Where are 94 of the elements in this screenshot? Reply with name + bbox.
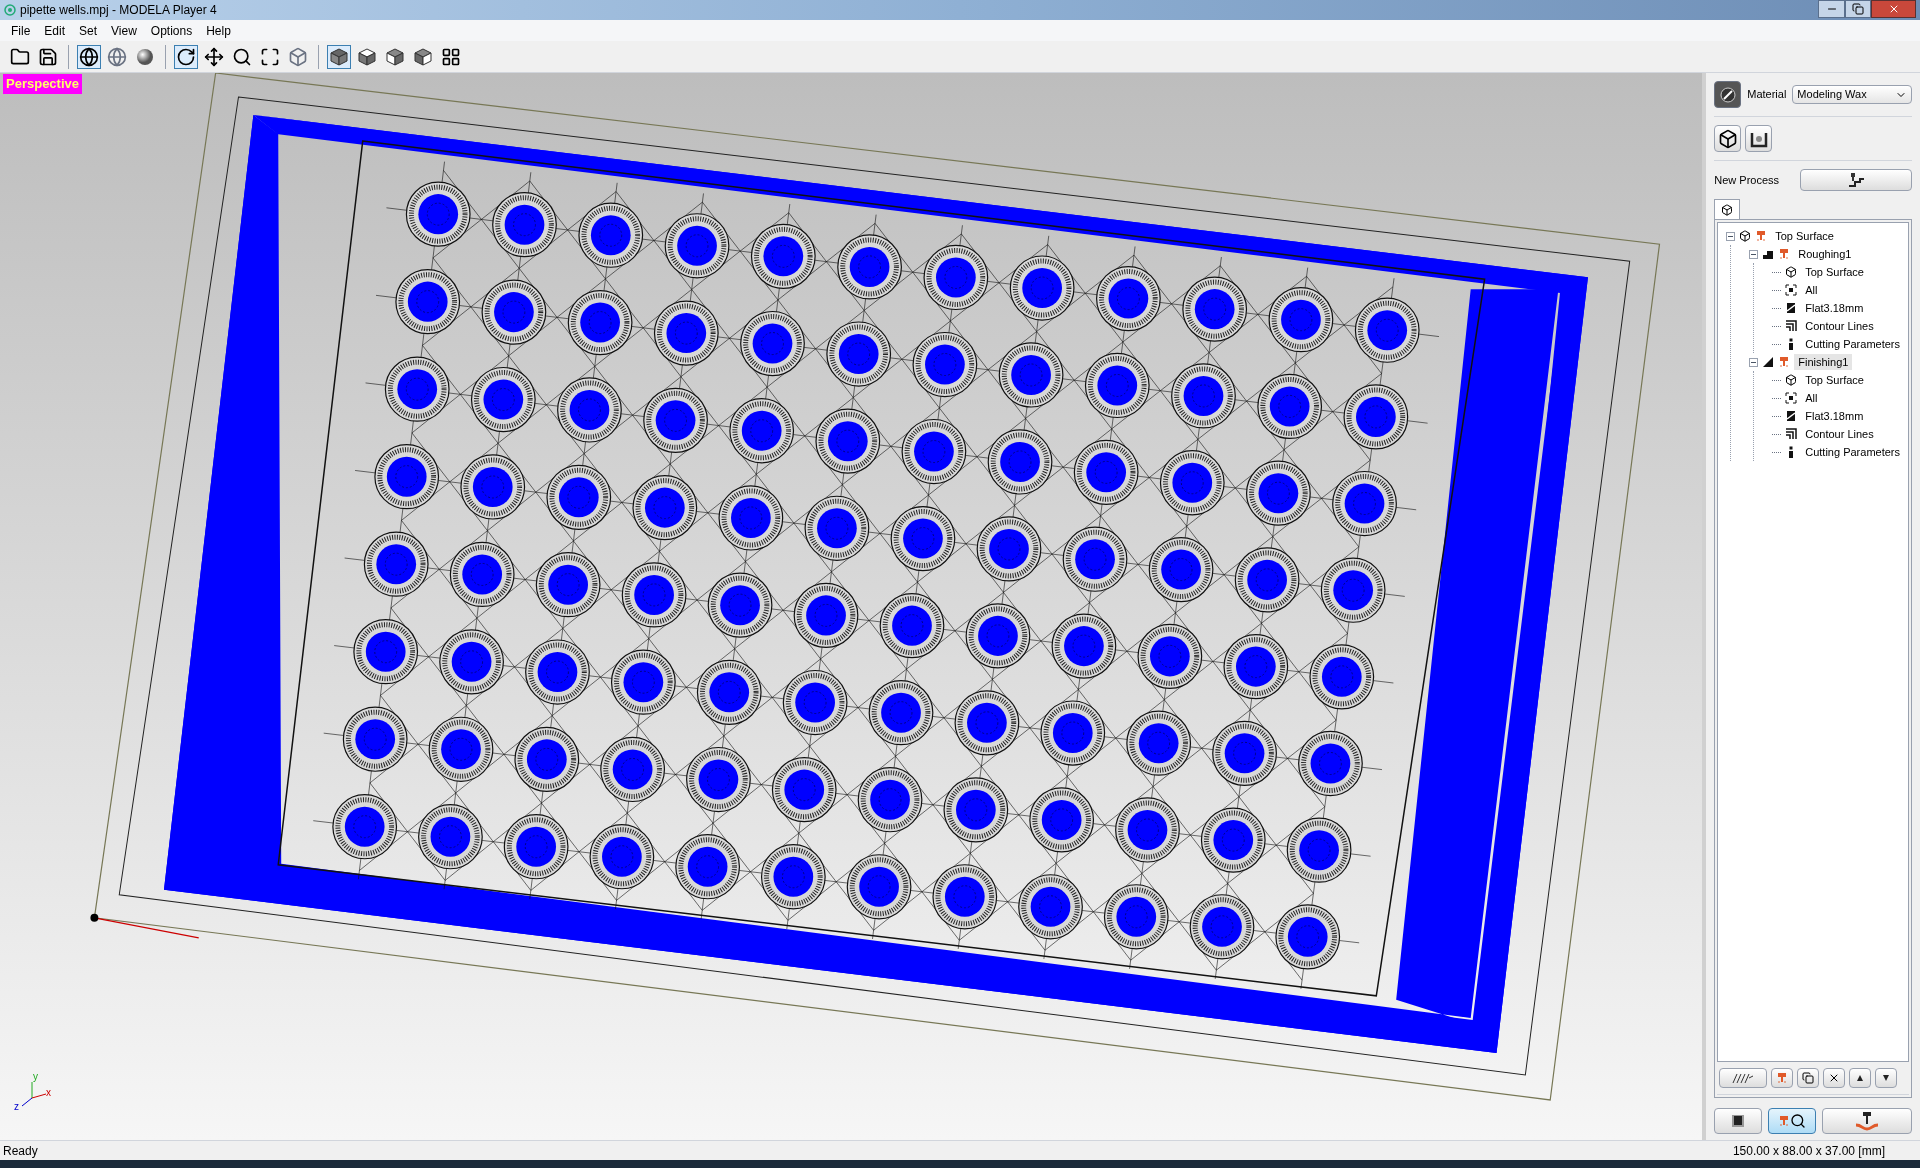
collapse-toggle[interactable] xyxy=(1726,231,1736,241)
axis-label: z xyxy=(14,1102,19,1112)
material-dropdown[interactable]: Modeling Wax xyxy=(1792,85,1912,104)
viewport[interactable]: Perspective y z x xyxy=(0,73,1703,1140)
new-process-button[interactable] xyxy=(1800,169,1912,191)
tree-item[interactable]: All xyxy=(1801,281,1822,299)
tree-item[interactable]: Roughing1 xyxy=(1794,245,1856,263)
cube-icon xyxy=(1785,374,1798,386)
toolpath-icon xyxy=(1731,1072,1756,1084)
stock-button[interactable] xyxy=(1745,125,1773,152)
tool-icon xyxy=(1785,410,1798,422)
cube-icon xyxy=(1721,203,1734,216)
sphere-icon xyxy=(135,46,155,67)
search-icon xyxy=(1790,1113,1807,1129)
tree-item[interactable]: Top Surface xyxy=(1771,227,1838,245)
globe-icon xyxy=(107,46,127,67)
save-icon xyxy=(38,46,58,67)
tree-item[interactable]: Contour Lines xyxy=(1801,425,1878,443)
collapse-toggle[interactable] xyxy=(1749,249,1759,259)
new-process-label: New Process xyxy=(1714,172,1780,188)
delete-button[interactable] xyxy=(1823,1068,1846,1088)
cube-icon xyxy=(385,46,405,67)
menu-item[interactable]: Edit xyxy=(37,21,73,40)
cube-icon xyxy=(357,46,377,67)
copy-icon xyxy=(1802,1072,1815,1084)
tool-check-button[interactable] xyxy=(1771,1068,1794,1088)
dimensions-readout: 150.00 x 88.00 x 37.00 [mm] xyxy=(1732,1142,1885,1160)
area-icon xyxy=(1785,284,1798,296)
move-icon xyxy=(204,46,224,67)
mill-icon xyxy=(1755,230,1768,242)
toolbar-button[interactable] xyxy=(77,44,101,69)
contour-icon xyxy=(1785,428,1798,440)
rotate-icon xyxy=(176,46,196,67)
milling-icon xyxy=(1855,1111,1880,1131)
mill-icon xyxy=(1776,1072,1789,1084)
toolbar-button[interactable] xyxy=(327,44,351,69)
down-triangle-icon xyxy=(1882,1074,1891,1082)
material-button[interactable] xyxy=(1714,81,1742,108)
tree-item[interactable]: Flat3.18mm xyxy=(1801,299,1868,317)
mill-icon xyxy=(1778,248,1791,260)
menu-item[interactable]: Help xyxy=(199,21,238,40)
wireframe-globe-icon xyxy=(79,46,99,67)
view-mode-label: Perspective xyxy=(3,74,82,94)
tree-item[interactable]: All xyxy=(1801,389,1822,407)
model-button[interactable] xyxy=(1714,125,1742,152)
toolpath-button[interactable] xyxy=(1719,1068,1768,1088)
status-message: Ready xyxy=(3,1142,38,1160)
maximize-button[interactable] xyxy=(1845,0,1871,18)
material-label: Material xyxy=(1747,87,1787,103)
tree-tab[interactable] xyxy=(1714,199,1741,219)
tree-item[interactable]: Finishing1 xyxy=(1794,353,1853,371)
contour-icon xyxy=(1785,320,1798,332)
axis-label: x xyxy=(46,1088,51,1098)
tree-item[interactable]: Cutting Parameters xyxy=(1801,443,1904,461)
process-action-button[interactable] xyxy=(1768,1108,1817,1134)
collapse-toggle[interactable] xyxy=(1749,357,1759,367)
menu-item[interactable]: Set xyxy=(72,21,105,40)
tree-item[interactable]: Top Surface xyxy=(1801,263,1868,281)
tree-item[interactable]: Contour Lines xyxy=(1801,317,1878,335)
area-icon xyxy=(1785,392,1798,404)
zoom-icon xyxy=(232,46,252,67)
window-title: pipette wells.mpj - MODELA Player 4 xyxy=(20,2,217,19)
copy-button[interactable] xyxy=(1797,1068,1820,1088)
cube-icon xyxy=(1785,266,1798,278)
folder-icon xyxy=(10,46,30,67)
mill-icon xyxy=(1778,1115,1791,1127)
cube-icon xyxy=(329,46,349,67)
menu-item[interactable]: Options xyxy=(143,21,200,40)
mill-steps-icon xyxy=(1846,172,1866,188)
tree-item[interactable]: Cutting Parameters xyxy=(1801,335,1904,353)
axis-label: y xyxy=(33,1072,38,1082)
restore-icon xyxy=(1852,3,1864,15)
slope-icon xyxy=(1762,356,1775,368)
up-triangle-icon xyxy=(1856,1074,1865,1082)
steps-icon xyxy=(1762,248,1775,260)
app-icon xyxy=(4,4,16,16)
move-down-button[interactable] xyxy=(1875,1068,1898,1088)
minimize-button[interactable] xyxy=(1818,0,1845,18)
menu-item[interactable]: File xyxy=(4,21,38,40)
grid-icon xyxy=(441,46,461,67)
tree-item[interactable]: Top Surface xyxy=(1801,371,1868,389)
mill-icon xyxy=(1778,356,1791,368)
box-icon xyxy=(1717,128,1738,149)
toolbar-button[interactable] xyxy=(174,44,198,69)
menu-item[interactable]: View xyxy=(104,21,144,40)
cube-icon xyxy=(413,46,433,67)
process-action-button[interactable] xyxy=(1822,1108,1912,1134)
process-action-button[interactable] xyxy=(1714,1108,1763,1134)
square-icon xyxy=(1730,1113,1747,1129)
tree-item[interactable]: Flat3.18mm xyxy=(1801,407,1868,425)
tool-icon xyxy=(1785,302,1798,314)
fit-view-icon xyxy=(260,46,280,67)
cube-icon xyxy=(1739,230,1752,242)
move-up-button[interactable] xyxy=(1849,1068,1872,1088)
